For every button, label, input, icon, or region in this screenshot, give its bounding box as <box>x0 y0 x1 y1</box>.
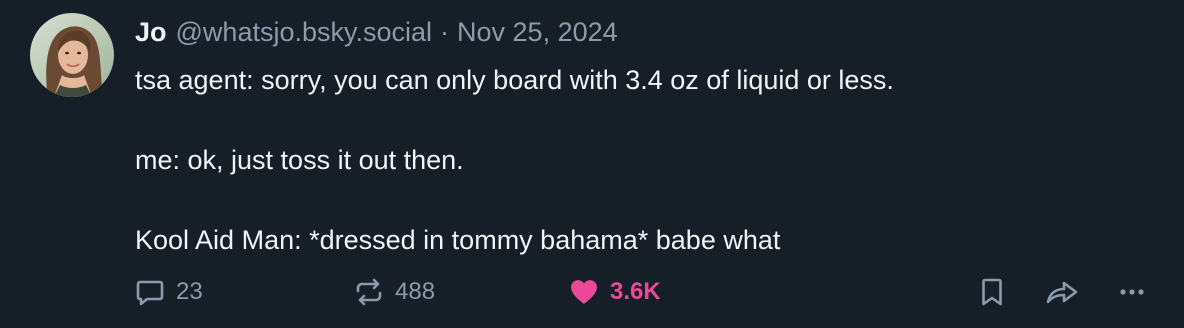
post-text-line <box>135 180 1135 220</box>
like-count: 3.6K <box>610 278 661 305</box>
more-options-button[interactable] <box>1116 274 1148 310</box>
repost-button[interactable]: 488 <box>353 274 435 310</box>
ellipsis-icon <box>1120 289 1144 295</box>
reply-button[interactable]: 23 <box>134 274 203 310</box>
separator-dot: · <box>440 17 450 47</box>
avatar[interactable] <box>30 13 114 97</box>
repost-count: 488 <box>395 278 436 305</box>
heart-icon <box>571 280 597 304</box>
post-text-line: Kool Aid Man: *dressed in tommy bahama* … <box>135 225 781 255</box>
bookmark-button[interactable] <box>976 274 1008 310</box>
share-button[interactable] <box>1044 274 1080 310</box>
post: Jo @whatsjo.bsky.social · Nov 25, 2024 t… <box>0 0 1184 328</box>
post-text-line: tsa agent: sorry, you can only board wit… <box>135 65 894 95</box>
reply-count: 23 <box>176 278 203 305</box>
post-text-line: me: ok, just toss it out then. <box>135 145 464 175</box>
post-timestamp[interactable]: Nov 25, 2024 <box>457 14 618 50</box>
post-text: tsa agent: sorry, you can only board wit… <box>135 60 1135 260</box>
author-handle[interactable]: @whatsjo.bsky.social <box>176 14 433 50</box>
bookmark-icon <box>982 278 1002 306</box>
speech-bubble-icon <box>136 280 164 306</box>
share-arrow-icon <box>1046 281 1078 304</box>
author-display-name[interactable]: Jo <box>135 14 167 50</box>
post-text-line <box>135 100 1135 140</box>
like-button[interactable]: 3.6K <box>568 274 661 310</box>
post-actions: 23 488 3.6K <box>134 274 1154 310</box>
repost-arrows-icon <box>356 278 382 306</box>
post-header: Jo @whatsjo.bsky.social · Nov 25, 2024 <box>135 14 618 50</box>
